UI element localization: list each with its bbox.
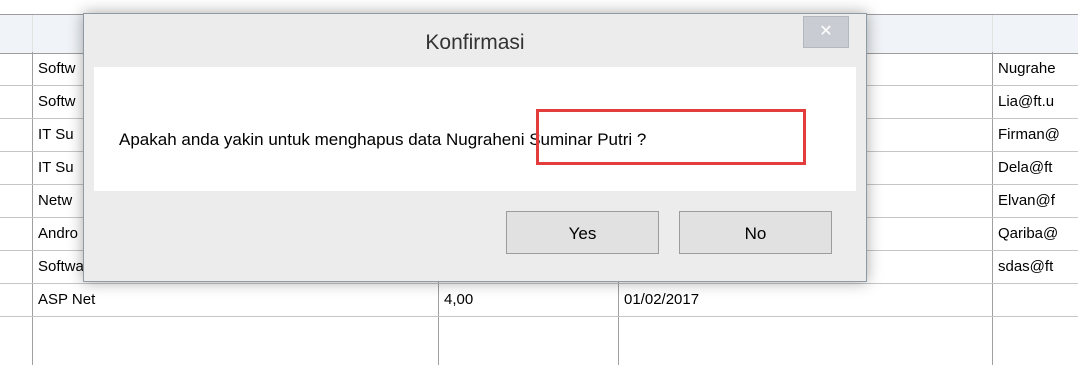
table-cell-tgl[interactable]: 01/02/2017 [618,283,992,316]
dialog-body: Apakah anda yakin untuk menghapus data N… [94,67,856,191]
table-cell-email[interactable]: Dela@ft [992,151,1078,184]
table-cell-email[interactable]: Qariba@ [992,217,1078,250]
close-icon: ✕ [819,23,833,40]
table-cell-ipk[interactable]: 4,00 [438,283,618,316]
table-cell-email[interactable]: Elvan@f [992,184,1078,217]
highlight-box [536,109,806,165]
table-cell-email[interactable]: Nugrahe [992,52,1078,85]
confirm-dialog: Konfirmasi ✕ Apakah anda yakin untuk men… [83,13,867,282]
grid-header-cell [0,15,33,53]
table-cell-email[interactable]: sdas@ft [992,250,1078,283]
table-row[interactable]: ASP Net 4,00 01/02/2017 [0,283,1078,317]
table-cell-email[interactable]: Firman@ [992,118,1078,151]
yes-button[interactable]: Yes [506,211,659,254]
message-prefix: Apakah anda yakin untuk menghapus data [119,130,447,149]
table-cell-cat[interactable]: ASP Net [32,283,438,316]
table-cell-email[interactable]: Lia@ft.u [992,85,1078,118]
no-button[interactable]: No [679,211,832,254]
dialog-title: Konfirmasi [425,31,525,54]
table-cell-email[interactable] [992,283,1078,316]
close-button[interactable]: ✕ [803,16,849,48]
